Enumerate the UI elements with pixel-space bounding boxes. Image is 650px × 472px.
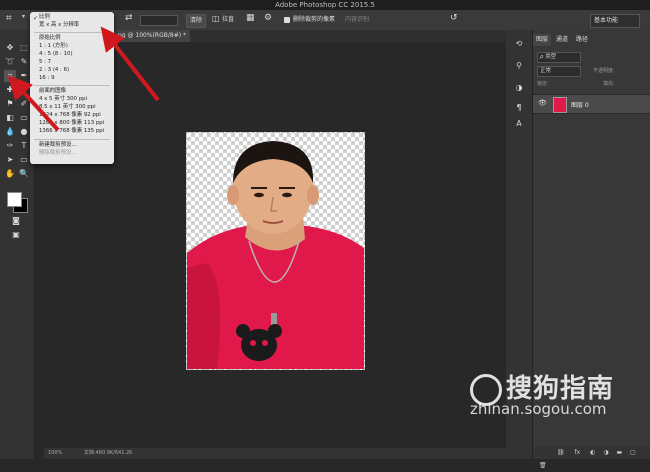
- kind-filter-select[interactable]: ρ 类型: [537, 52, 581, 63]
- document-info: 文档:480.9K/641.2K: [83, 450, 133, 456]
- arrow-to-crop-tool: [7, 75, 60, 132]
- layers-footer: ⛓ fx ◐ ◑ ▬ ▢ 🗑: [533, 446, 650, 469]
- layer-row[interactable]: 👁 图层 0: [533, 94, 650, 114]
- tab-layers[interactable]: 图层: [533, 34, 552, 46]
- character-icon[interactable]: A: [513, 118, 525, 130]
- properties-icon[interactable]: ⚲: [513, 60, 525, 72]
- tab-paths[interactable]: 路径: [573, 34, 591, 46]
- adjustment-layer-icon[interactable]: ◑: [603, 449, 608, 456]
- link-icon[interactable]: ⛓: [557, 449, 565, 456]
- mask-icon[interactable]: ◐: [590, 449, 595, 456]
- lock-label: 锁定:: [537, 81, 549, 87]
- opacity-label: 不透明度:: [593, 68, 615, 74]
- history-icon[interactable]: ⟲: [513, 38, 525, 50]
- new-layer-icon[interactable]: ▢: [630, 449, 636, 456]
- arrow-to-menu-item: [100, 26, 160, 102]
- watermark-url: zhinan.sogou.com: [470, 400, 607, 418]
- fill-label: 填充:: [603, 81, 615, 87]
- paragraph-icon[interactable]: ¶: [513, 102, 525, 114]
- trash-icon[interactable]: 🗑: [539, 462, 547, 469]
- layer-name[interactable]: 图层 0: [571, 100, 589, 109]
- adjustments-icon[interactable]: ◑: [513, 82, 525, 94]
- zoom-level[interactable]: 100%: [48, 450, 62, 456]
- visibility-eye-icon[interactable]: 👁: [538, 99, 547, 107]
- fx-icon[interactable]: fx: [575, 449, 581, 456]
- tab-channels[interactable]: 通道: [553, 34, 571, 46]
- panel-tabs: 图层 通道 路径: [533, 34, 591, 46]
- blend-mode-select[interactable]: 正常: [537, 66, 581, 77]
- layer-thumbnail: [553, 97, 567, 113]
- group-icon[interactable]: ▬: [616, 449, 622, 456]
- status-bar: 100% 文档:480.9K/641.2K: [44, 448, 506, 459]
